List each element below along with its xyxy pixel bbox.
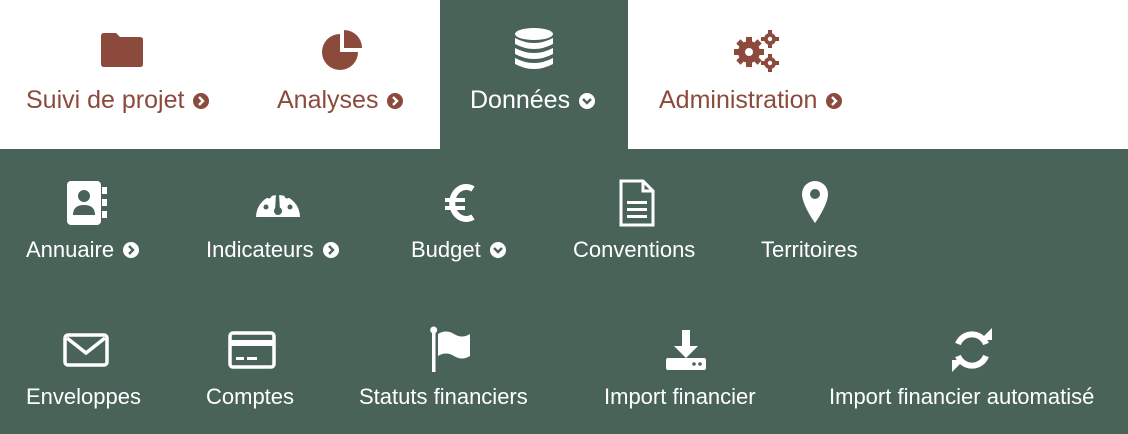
- envelope-icon: [63, 333, 109, 367]
- top-navigation: Suivi de projet Analyses Données Adminis…: [0, 0, 1128, 149]
- tab-label: Suivi de projet: [26, 86, 185, 114]
- document-icon: [619, 179, 655, 227]
- arrow-right-circle-icon: [193, 92, 210, 109]
- tab-label: Administration: [659, 86, 818, 114]
- map-marker-icon: [802, 181, 828, 223]
- euro-icon: [445, 184, 475, 222]
- submenu-panel: Annuaire Indicateurs Budget Conventions …: [0, 149, 1128, 434]
- submenu-item-label: Import financier automatisé: [829, 384, 1095, 409]
- tab-label: Données: [470, 86, 571, 114]
- submenu-item-label: Indicateurs: [206, 237, 314, 262]
- arrow-right-circle-icon: [826, 92, 843, 109]
- refresh-icon: [952, 328, 992, 372]
- pie-chart-icon: [322, 30, 362, 70]
- submenu-item-import-financier-automatise[interactable]: Import financier automatisé: [823, 321, 1123, 421]
- folder-icon: [101, 33, 143, 67]
- submenu-item-comptes[interactable]: Comptes: [200, 321, 330, 421]
- submenu-item-label: Enveloppes: [26, 384, 141, 409]
- submenu-item-label: Annuaire: [26, 237, 115, 262]
- submenu-item-enveloppes[interactable]: Enveloppes: [20, 321, 170, 421]
- tab-donnees[interactable]: Données: [440, 0, 628, 149]
- submenu-item-label: Budget: [411, 237, 481, 262]
- submenu-item-import-financier[interactable]: Import financier: [598, 321, 783, 421]
- gears-icon: [734, 30, 779, 72]
- credit-card-icon: [228, 331, 276, 369]
- database-icon: [515, 28, 553, 69]
- tab-suivi-de-projet[interactable]: Suivi de projet: [0, 0, 240, 149]
- tab-administration[interactable]: Administration: [628, 0, 888, 149]
- submenu-item-territoires[interactable]: Territoires: [755, 174, 885, 274]
- arrow-down-circle-icon: [579, 92, 596, 109]
- submenu-item-label: Statuts financiers: [359, 384, 528, 409]
- tab-analyses[interactable]: Analyses: [240, 0, 440, 149]
- address-book-icon: [67, 181, 107, 225]
- arrow-right-circle-icon: [322, 242, 339, 258]
- submenu-item-budget[interactable]: Budget: [405, 174, 535, 274]
- flag-icon: [430, 326, 470, 372]
- submenu-item-annuaire[interactable]: Annuaire: [20, 174, 170, 274]
- submenu-item-conventions[interactable]: Conventions: [567, 174, 717, 274]
- submenu-item-statuts-financiers[interactable]: Statuts financiers: [353, 321, 553, 421]
- submenu-item-label: Conventions: [573, 237, 696, 262]
- submenu-item-indicateurs[interactable]: Indicateurs: [200, 174, 370, 274]
- tab-label: Analyses: [277, 86, 379, 114]
- submenu-item-label: Comptes: [206, 384, 295, 409]
- submenu-item-label: Territoires: [761, 237, 858, 262]
- arrow-down-circle-icon: [489, 242, 506, 258]
- submenu-item-label: Import financier: [604, 384, 756, 409]
- arrow-right-circle-icon: [387, 92, 404, 109]
- dashboard-gauge-icon: [256, 188, 300, 217]
- arrow-right-circle-icon: [123, 242, 140, 258]
- download-icon: [666, 330, 706, 370]
